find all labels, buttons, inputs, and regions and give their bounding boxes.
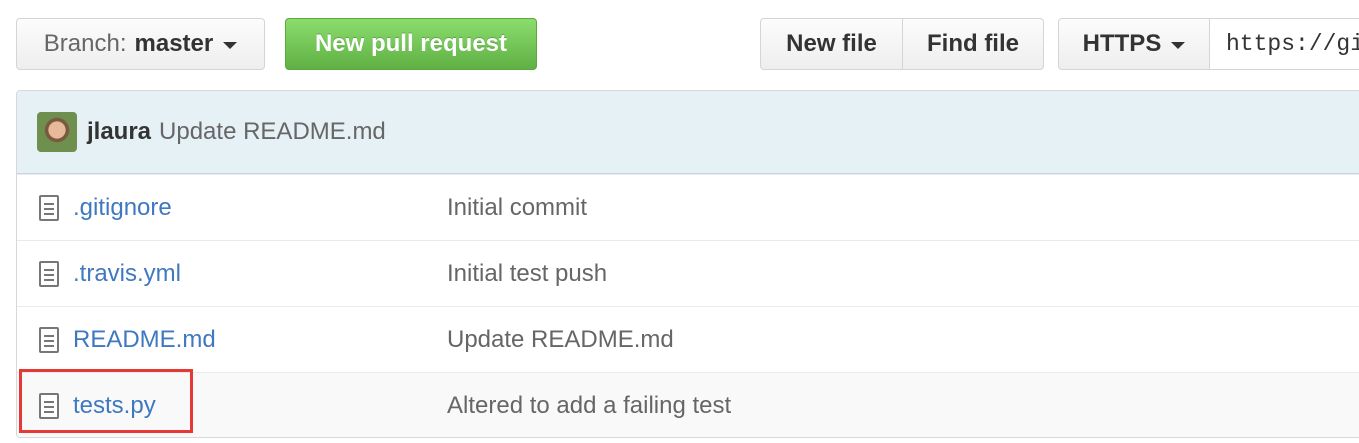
clone-protocol-button[interactable]: HTTPS [1058,18,1210,70]
file-name-link[interactable]: .gitignore [73,194,172,222]
branch-prefix-label: Branch: [43,30,127,57]
file-commit-message-link[interactable]: Initial commit [447,194,587,222]
file-commit-message-link[interactable]: Altered to add a failing test [447,392,731,420]
file-commit-message-link[interactable]: Initial test push [447,260,607,288]
chevron-down-icon [1171,41,1186,49]
file-row: .gitignore Initial commit [17,174,1359,240]
commit-message-link[interactable]: Update README.md [159,118,386,146]
file-actions-group: New file Find file [760,18,1044,70]
clone-url-group: HTTPS https://gi [1058,18,1359,70]
file-icon [39,260,59,287]
avatar[interactable] [37,112,77,152]
clone-protocol-label: HTTPS [1082,30,1162,57]
file-list: jlaura Update README.md .gitignore Initi… [16,90,1359,438]
highlight-annotation-box [19,369,193,433]
new-file-button[interactable]: New file [760,18,903,70]
file-icon [39,326,59,353]
latest-commit-bar: jlaura Update README.md [17,91,1359,174]
find-file-button[interactable]: Find file [903,18,1044,70]
branch-name-label: master [134,30,214,57]
file-commit-message-link[interactable]: Update README.md [447,326,674,354]
file-row: tests.py Altered to add a failing test [17,372,1359,437]
file-name-link[interactable]: README.md [73,326,216,354]
commit-author-link[interactable]: jlaura [87,118,151,146]
chevron-down-icon [223,41,238,49]
branch-select-button[interactable]: Branch: master [16,18,265,70]
new-pull-request-button[interactable]: New pull request [285,18,537,70]
file-icon [39,194,59,221]
clone-url-input[interactable]: https://gi [1210,18,1359,70]
file-row: README.md Update README.md [17,306,1359,372]
file-name-link[interactable]: .travis.yml [73,260,181,288]
file-row: .travis.yml Initial test push [17,240,1359,306]
